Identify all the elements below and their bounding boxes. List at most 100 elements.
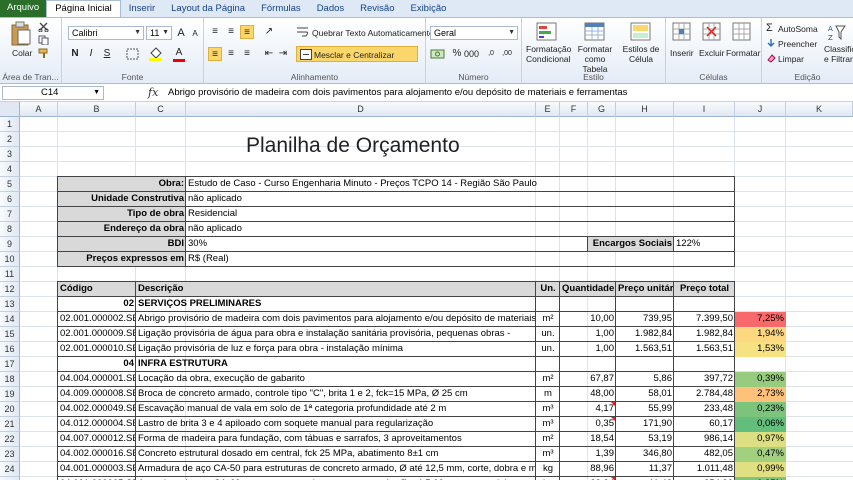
column-header-c[interactable]: C — [136, 102, 186, 117]
insert-cells-button[interactable]: Inserir — [670, 48, 694, 58]
wrap-text-button[interactable]: Quebrar Texto Automaticamente — [312, 28, 434, 38]
row-header-2[interactable]: 2 — [0, 132, 20, 147]
decrease-indent-icon[interactable]: ⇤ — [262, 47, 276, 61]
decrease-decimal-icon[interactable]: ,00 — [500, 47, 514, 61]
column-header-g[interactable]: G — [588, 102, 616, 117]
row-header-12[interactable]: 12 — [0, 282, 20, 297]
column-header-k[interactable]: K — [786, 102, 853, 117]
fill-color-icon[interactable] — [148, 47, 164, 61]
conditional-format-button[interactable]: Formatação Condicional — [526, 44, 571, 64]
borders-icon[interactable] — [126, 48, 140, 60]
delete-cells-icon[interactable] — [702, 22, 722, 42]
paste-icon[interactable] — [10, 21, 32, 47]
comment-indicator-icon[interactable] — [611, 417, 615, 421]
delete-cells-button[interactable]: Excluir — [699, 48, 725, 58]
tab-0[interactable]: Arquivo — [0, 0, 47, 17]
row-header-11[interactable]: 11 — [0, 267, 20, 282]
row-header-24[interactable]: 24 — [0, 462, 20, 477]
item-percentage[interactable]: 0,99% — [735, 462, 786, 477]
align-middle-icon[interactable]: ≡ — [224, 25, 238, 39]
grow-font-icon[interactable]: A — [174, 26, 188, 40]
row-header-23[interactable]: 23 — [0, 447, 20, 462]
sort-filter-button[interactable]: Classificar e Filtrar — [824, 44, 853, 66]
column-header-b[interactable]: B — [58, 102, 136, 117]
select-all-corner[interactable] — [0, 102, 20, 117]
item-percentage[interactable]: 7,25% — [735, 312, 786, 327]
fill-button[interactable]: Preencher — [778, 39, 817, 49]
cell-styles-button[interactable]: Estilos de Célula — [620, 44, 662, 64]
row-header-3[interactable]: 3 — [0, 147, 20, 162]
row-header-9[interactable]: 9 — [0, 237, 20, 252]
row-header-1[interactable]: 1 — [0, 117, 20, 132]
number-format-select[interactable]: Geral ▼ — [430, 26, 518, 40]
row-header-5[interactable]: 5 — [0, 177, 20, 192]
autosum-icon[interactable]: Σ — [766, 23, 773, 34]
copy-icon[interactable] — [38, 35, 50, 45]
tab-3[interactable]: Layout da Página — [163, 1, 253, 17]
column-header-a[interactable]: A — [20, 102, 58, 117]
formula-content[interactable]: Abrigo provisório de madeira com dois pa… — [168, 87, 627, 98]
item-percentage[interactable]: 1,53% — [735, 342, 786, 357]
row-header-17[interactable]: 17 — [0, 357, 20, 372]
format-cells-icon[interactable] — [732, 22, 752, 42]
column-header-e[interactable]: E — [536, 102, 560, 117]
column-header-d[interactable]: D — [186, 102, 536, 117]
row-header-18[interactable]: 18 — [0, 372, 20, 387]
conditional-format-icon[interactable] — [536, 22, 558, 42]
row-header-15[interactable]: 15 — [0, 327, 20, 342]
align-right-icon[interactable]: ≡ — [240, 47, 254, 61]
row-header-8[interactable]: 8 — [0, 222, 20, 237]
shrink-font-icon[interactable]: A — [188, 27, 202, 41]
merge-center-button[interactable]: Mesclar e Centralizar — [296, 46, 418, 62]
align-bottom-icon[interactable]: ≡ — [240, 25, 254, 39]
row-header-22[interactable]: 22 — [0, 432, 20, 447]
cell-styles-icon[interactable] — [630, 22, 652, 42]
insert-cells-icon[interactable] — [672, 22, 692, 42]
item-percentage[interactable]: 0,97% — [735, 432, 786, 447]
format-cells-button[interactable]: Formatar — [726, 48, 760, 58]
row-header-6[interactable]: 6 — [0, 192, 20, 207]
font-size-select[interactable]: 11 ▼ — [146, 26, 172, 40]
column-header-i[interactable]: I — [674, 102, 735, 117]
autosum-button[interactable]: AutoSoma — [778, 24, 818, 34]
item-percentage[interactable]: 2,73% — [735, 387, 786, 402]
item-percentage[interactable]: 0,23% — [735, 402, 786, 417]
row-header-7[interactable]: 7 — [0, 207, 20, 222]
row-header-16[interactable]: 16 — [0, 342, 20, 357]
align-left-icon[interactable]: ≡ — [208, 47, 222, 61]
item-percentage[interactable]: 0,47% — [735, 447, 786, 462]
item-percentage[interactable]: 0,39% — [735, 372, 786, 387]
underline-icon[interactable]: S — [100, 47, 114, 61]
fill-icon[interactable] — [766, 38, 776, 48]
increase-decimal-icon[interactable]: ,0 — [484, 47, 498, 61]
tab-7[interactable]: Exibição — [402, 1, 454, 17]
wrap-text-icon[interactable] — [296, 26, 310, 38]
clear-icon[interactable] — [766, 53, 776, 63]
column-header-f[interactable]: F — [560, 102, 588, 117]
orientation-icon[interactable]: ↗ — [262, 25, 276, 39]
italic-icon[interactable]: I — [84, 47, 98, 61]
format-table-icon[interactable] — [584, 22, 606, 42]
row-header-4[interactable]: 4 — [0, 162, 20, 177]
row-header-10[interactable]: 10 — [0, 252, 20, 267]
tab-6[interactable]: Revisão — [352, 1, 402, 17]
percent-icon[interactable]: % — [450, 47, 464, 61]
item-percentage[interactable]: 1,94% — [735, 327, 786, 342]
tab-1[interactable]: Página Inicial — [46, 0, 121, 17]
comment-indicator-icon[interactable] — [611, 402, 615, 406]
font-color-icon[interactable]: A — [172, 46, 186, 60]
thousands-icon[interactable]: 000 — [464, 47, 479, 61]
align-center-icon[interactable]: ≡ — [224, 47, 238, 61]
insert-function-icon[interactable]: fx — [148, 86, 158, 99]
tab-2[interactable]: Inserir — [121, 1, 163, 17]
column-header-h[interactable]: H — [616, 102, 674, 117]
row-header-20[interactable]: 20 — [0, 402, 20, 417]
row-header-13[interactable]: 13 — [0, 297, 20, 312]
name-box[interactable]: C14 ▼ — [2, 86, 104, 100]
font-name-select[interactable]: Calibri ▼ — [68, 26, 144, 40]
row-header-14[interactable]: 14 — [0, 312, 20, 327]
clear-button[interactable]: Limpar — [778, 54, 804, 64]
item-percentage[interactable]: 0,06% — [735, 417, 786, 432]
format-table-button[interactable]: Formatar como Tabela — [572, 44, 618, 74]
format-painter-icon[interactable] — [38, 48, 50, 58]
